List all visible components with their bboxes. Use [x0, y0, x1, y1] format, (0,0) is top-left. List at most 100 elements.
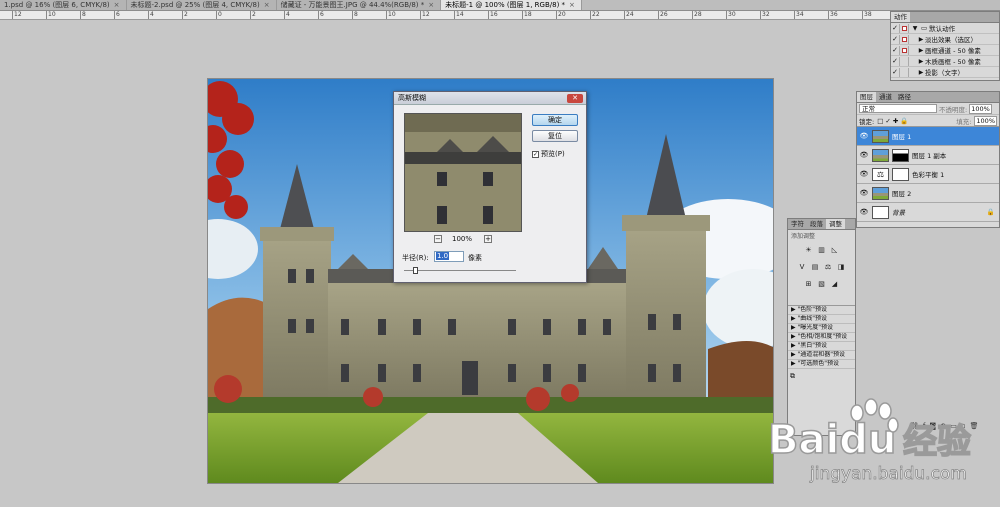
expand-icon[interactable]: ▶	[917, 69, 925, 76]
layer-row[interactable]: 👁 图层 1 副本	[857, 146, 999, 165]
dialog-toggle-icon[interactable]	[900, 56, 909, 66]
adjustment-icon[interactable]: ☀	[803, 246, 814, 255]
adjustments-tabs: 字符 段落 调整	[788, 219, 855, 230]
layer-row[interactable]: 👁 ⚖ 色彩平衡 1	[857, 165, 999, 184]
dialog-titlebar[interactable]: 高斯模糊 ✕	[394, 92, 586, 105]
lock-option-icon[interactable]: □	[877, 117, 883, 125]
action-checkbox[interactable]: ✓	[891, 23, 900, 33]
ruler-tick: 10	[386, 11, 396, 19]
adjustment-icon[interactable]: ▤	[810, 263, 821, 272]
folder-icon: ▭	[921, 24, 928, 32]
blur-preview[interactable]	[404, 113, 522, 232]
preset-item[interactable]: ▶ "曝光度"预设	[788, 324, 855, 333]
radius-slider-thumb[interactable]	[412, 267, 418, 274]
close-icon[interactable]: ✕	[567, 94, 583, 103]
adjustment-icon[interactable]: ◢	[829, 280, 840, 289]
layer-mask-thumbnail	[892, 148, 909, 162]
eye-icon[interactable]: 👁	[859, 170, 869, 178]
document-tab-label: 未标题-1 @ 100% (图层 1, RGB/8) *	[445, 1, 566, 9]
layer-row[interactable]: 👁 背景 🔒	[857, 203, 999, 222]
radius-input[interactable]: 1.0	[434, 251, 464, 262]
adjustment-icon[interactable]: V	[797, 263, 808, 272]
preset-label: "色阶"预设	[797, 306, 828, 313]
layer-row[interactable]: 👁 图层 1	[857, 127, 999, 146]
fill-input[interactable]: 100%	[974, 115, 997, 126]
tab-actions[interactable]: 动作	[891, 12, 910, 22]
preview-checkbox-row[interactable]: ✓ 预览(P)	[532, 149, 565, 159]
adjustments-footer-icon[interactable]: ⧉	[788, 369, 855, 384]
actions-list: ✓ ▼ ▭ 默认动作 ✓ ▶ 淡出效果（选区） ✓ ▶ 画框通道 - 50 像素 ✓ ▶ 木质画框 - …	[891, 23, 999, 78]
lock-option-icon[interactable]: ✚	[893, 117, 898, 125]
ruler-tick: 24	[624, 11, 634, 19]
expand-icon[interactable]: ▶	[917, 47, 925, 54]
preset-item[interactable]: ▶ "可选颜色"预设	[788, 360, 855, 369]
tab-2[interactable]: 调整	[826, 219, 845, 229]
tab-2[interactable]: 路径	[895, 92, 914, 102]
eye-icon[interactable]: 👁	[859, 189, 869, 197]
preset-item[interactable]: ▶ "通道混和器"预设	[788, 351, 855, 360]
action-checkbox[interactable]: ✓	[891, 34, 900, 44]
preset-item[interactable]: ▶ "色阶"预设	[788, 306, 855, 315]
adjustment-icon-row: ☀ ▥ ◺	[791, 246, 852, 255]
document-tab[interactable]: 1.psd @ 16% (图层 6, CMYK/8) ×	[0, 0, 127, 10]
blend-mode-select[interactable]: 正常	[859, 104, 937, 113]
action-checkbox[interactable]: ✓	[891, 56, 900, 66]
dialog-toggle-icon[interactable]	[900, 34, 909, 44]
dialog-toggle-icon[interactable]	[900, 67, 909, 77]
document-tab[interactable]: 未标题-1 @ 100% (图层 1, RGB/8) * ×	[441, 0, 582, 10]
adjustment-icon[interactable]: ◺	[829, 246, 840, 255]
adjustment-icon[interactable]: ⚖	[823, 263, 834, 272]
action-label: 画框通道 - 50 像素	[925, 47, 981, 55]
adjustment-icon[interactable]: ▥	[816, 246, 827, 255]
dialog-toggle-icon[interactable]	[900, 45, 909, 55]
eye-icon[interactable]: 👁	[859, 151, 869, 159]
preset-item[interactable]: ▶ "色相/饱和度"预设	[788, 333, 855, 342]
action-row[interactable]: ✓ ▶ 投影（文字）	[891, 67, 999, 78]
layer-name: 色彩平衡 1	[912, 171, 945, 179]
ruler-tick: 12	[420, 11, 430, 19]
preset-item[interactable]: ▶ "黑白"预设	[788, 342, 855, 351]
expand-icon[interactable]: ▼	[911, 25, 919, 32]
tab-1[interactable]: 通道	[876, 92, 895, 102]
close-icon[interactable]: ×	[428, 0, 434, 10]
adjustment-icon[interactable]: ◨	[836, 263, 847, 272]
action-row[interactable]: ✓ ▶ 画框通道 - 50 像素	[891, 45, 999, 56]
close-icon[interactable]: ×	[114, 0, 120, 10]
lock-option-icon[interactable]: 🔒	[900, 117, 908, 125]
eye-icon[interactable]: 👁	[859, 208, 869, 216]
dialog-toggle-icon[interactable]	[900, 23, 909, 33]
zoom-out-button[interactable]: −	[434, 235, 442, 243]
document-tab[interactable]: 未标题-2.psd @ 25% (图层 4, CMYK/8) ×	[126, 0, 277, 10]
adjustment-icon[interactable]: ⊞	[803, 280, 814, 289]
close-icon[interactable]: ×	[264, 0, 270, 10]
radius-slider-track[interactable]	[404, 270, 516, 271]
action-checkbox[interactable]: ✓	[891, 67, 900, 77]
action-checkbox[interactable]: ✓	[891, 45, 900, 55]
document-tab[interactable]: 储藏证 - 万能景图王.JPG @ 44.4%(RGB/8) * ×	[276, 0, 442, 10]
preview-checkbox[interactable]: ✓	[532, 150, 539, 158]
adjustment-icon[interactable]: ▧	[816, 280, 827, 289]
lock-option-icon[interactable]: ✓	[885, 117, 890, 125]
tab-0[interactable]: 字符	[788, 219, 807, 229]
expand-icon[interactable]: ▶	[917, 36, 925, 43]
action-row[interactable]: ✓ ▶ 淡出效果（选区）	[891, 34, 999, 45]
ok-button[interactable]: 确定	[532, 114, 578, 126]
expand-icon[interactable]: ▶	[917, 58, 925, 65]
opacity-input[interactable]: 100%	[969, 103, 992, 114]
ruler-tick: 14	[454, 11, 464, 19]
action-row[interactable]: ✓ ▼ ▭ 默认动作	[891, 23, 999, 34]
reset-button[interactable]: 复位	[532, 130, 578, 142]
horizontal-ruler[interactable]: 12 10 8 6 4 2 0 2 4 6 8 10 12 14 16 18 20 22 24 26 28 30 32 34 3…	[0, 11, 890, 20]
opacity-label: 不透明度:	[939, 105, 968, 114]
radius-unit: 像素	[468, 254, 482, 262]
close-icon[interactable]: ×	[569, 0, 575, 10]
layer-row[interactable]: 👁 图层 2	[857, 184, 999, 203]
tab-0[interactable]: 图层	[857, 92, 876, 102]
layer-name: 图层 1 副本	[912, 152, 947, 160]
preset-item[interactable]: ▶ "曲线"预设	[788, 315, 855, 324]
tab-1[interactable]: 段落	[807, 219, 826, 229]
ruler-tick: 2	[250, 11, 256, 19]
eye-icon[interactable]: 👁	[859, 132, 869, 140]
action-row[interactable]: ✓ ▶ 木质画框 - 50 像素	[891, 56, 999, 67]
zoom-in-button[interactable]: +	[484, 235, 492, 243]
